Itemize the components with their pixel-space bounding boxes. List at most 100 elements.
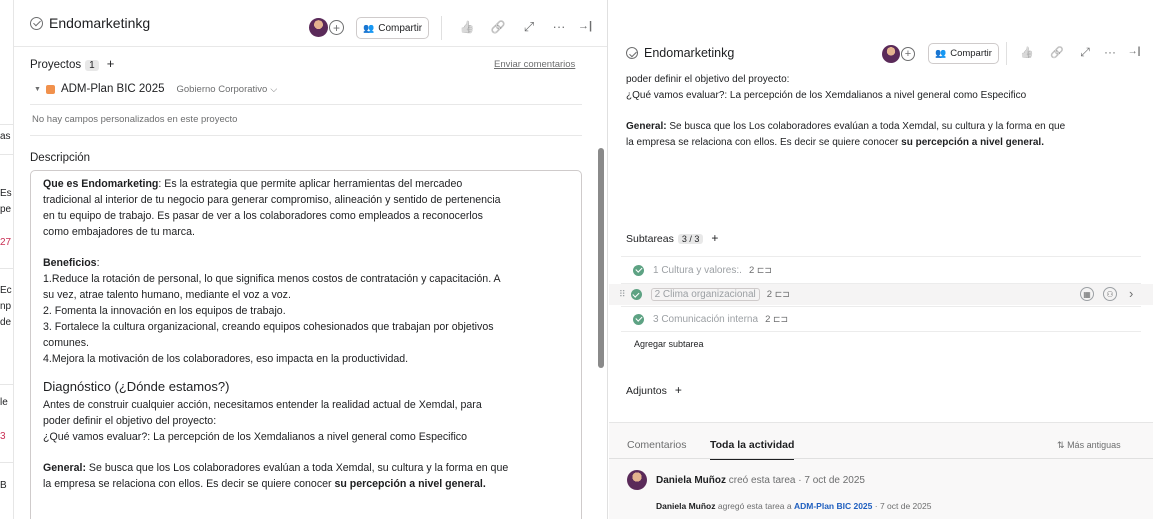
divider [0, 384, 13, 385]
subtask-row[interactable]: 3 Comunicación interna 2 ⊏⊐ [621, 309, 1141, 329]
text-fragment: 3 [0, 431, 6, 442]
count: 2 [766, 289, 773, 300]
desc-line: la empresa se relaciona con ellos. Es de… [43, 478, 486, 490]
share-button[interactable]: 👥 Compartir [356, 17, 430, 39]
subtask-name[interactable]: 3 Comunicación interna [653, 314, 758, 325]
projects-row: Proyectos 1 + [30, 56, 114, 71]
link-icon[interactable]: 🔗 [490, 20, 506, 34]
text-fragment: np [0, 301, 12, 312]
subtask-row[interactable]: ⠿ 2 Clima organizacional 2 ⊏⊐ ▦ ⚇ › [609, 284, 1153, 305]
expand-icon[interactable]: ⤢ [1077, 45, 1093, 60]
collaborator-avatar[interactable] [882, 45, 900, 63]
text-fragment: de [0, 317, 12, 328]
desc-line: poder definir el objetivo del proyecto: [626, 74, 790, 85]
desc-line: Antes de construir cualquier acción, nec… [43, 399, 482, 411]
background-page-sliver: as Es pe 27 Ec np de le 3 B [0, 0, 14, 519]
expand-icon[interactable]: ⤢ [521, 19, 537, 35]
completed-check-icon[interactable] [633, 313, 644, 325]
close-panel-icon[interactable]: →| [1125, 46, 1143, 57]
divider [621, 331, 1141, 332]
section-name[interactable]: Gobierno Corporativo [176, 84, 267, 95]
divider [621, 256, 1141, 257]
subtask-icon: ⊏⊐ [774, 289, 790, 299]
activity-text: · 7 oct de 2025 [872, 501, 932, 511]
task-detail-panel-left: Endomarketinkg + 👥 Compartir 👍 🔗 ⤢ ··· →… [14, 0, 608, 519]
task-header: Endomarketinkg + 👥 Compartir 👍 🔗 ⤢ ··· →… [14, 0, 607, 46]
complete-task-icon[interactable] [30, 16, 43, 30]
projects-label: Proyectos [30, 59, 82, 71]
tab-comments[interactable]: Comentarios [627, 439, 687, 451]
description-editor[interactable]: Que es Endomarketing: Es la estrategia q… [30, 170, 582, 519]
people-icon: 👥 [935, 48, 947, 58]
projects-count: 1 [85, 60, 99, 71]
caret-down-icon[interactable]: ▼ [34, 86, 41, 93]
assignee-icon[interactable]: ⚇ [1103, 287, 1117, 301]
collaborator-avatar[interactable] [309, 18, 328, 37]
complete-task-icon[interactable] [626, 47, 638, 59]
scrollbar-thumb[interactable] [598, 148, 604, 368]
bold-text: su percepción a nivel general. [334, 478, 486, 490]
desc-line: Que es Endomarketing: Es la estrategia q… [43, 178, 462, 190]
text-fragment: 27 [0, 237, 12, 248]
send-comments-link[interactable]: Enviar comentarios [494, 59, 575, 70]
divider [0, 124, 13, 125]
task-title[interactable]: Endomarketinkg [644, 46, 734, 60]
completed-check-icon[interactable] [633, 264, 644, 276]
project-name[interactable]: ADM-Plan BIC 2025 [61, 83, 165, 95]
completed-check-icon[interactable] [630, 289, 642, 300]
no-custom-fields-text: No hay campos personalizados en este pro… [32, 114, 238, 125]
link-icon[interactable]: 🔗 [1049, 46, 1065, 59]
sort-label: Más antiguas [1067, 440, 1121, 450]
close-panel-icon[interactable]: →| [576, 20, 594, 32]
calendar-icon[interactable]: ▦ [1080, 287, 1094, 301]
tabs-divider [609, 458, 1153, 459]
drag-handle-icon[interactable]: ⠿ [619, 289, 626, 300]
project-color-swatch [45, 84, 55, 94]
count: 2 [748, 264, 755, 276]
thumbs-up-icon[interactable]: 👍 [459, 20, 475, 34]
activity-entry: Daniela Muñoz creó esta tarea · 7 oct de… [656, 475, 865, 486]
user-avatar[interactable] [627, 470, 647, 490]
share-label: Compartir [950, 48, 992, 59]
text: la empresa se relaciona con ellos. Es de… [626, 137, 902, 148]
attachments-label: Adjuntos [626, 385, 667, 397]
add-attachment-icon[interactable]: + [675, 383, 682, 397]
bold-text: General: [43, 462, 86, 474]
text-fragment: pe [0, 204, 12, 215]
activity-project-link[interactable]: ADM-Plan BIC 2025 [794, 501, 872, 511]
subtask-icon: ⊏⊐ [773, 313, 789, 324]
bold-text: Beneficios [43, 257, 97, 269]
sort-button[interactable]: ⇅ Más antiguas [1057, 440, 1121, 451]
chevron-right-icon[interactable]: › [1129, 286, 1133, 301]
desc-line: como embajadores de tu marca. [43, 226, 195, 238]
count: 2 [765, 313, 771, 325]
share-button[interactable]: 👥 Compartir [928, 43, 999, 64]
bold-text: Que es Endomarketing [43, 178, 159, 190]
more-icon[interactable]: ··· [550, 19, 568, 34]
desc-line: en tu equipo de trabajo. Es pasar de ver… [43, 210, 483, 222]
subtask-row[interactable]: 1 Cultura y valores:. 2 ⊏⊐ [621, 260, 1141, 280]
divider [0, 462, 13, 463]
activity-user[interactable]: Daniela Muñoz [656, 501, 716, 511]
project-membership-row[interactable]: ▼ ADM-Plan BIC 2025 Gobierno Corporativo… [34, 83, 277, 95]
subtask-name[interactable]: 1 Cultura y valores:. [653, 265, 742, 276]
task-title[interactable]: Endomarketinkg [49, 15, 150, 31]
add-collaborator-icon[interactable]: + [901, 47, 915, 61]
add-subtask-button[interactable]: Agregar subtarea [634, 339, 704, 349]
chevron-down-icon[interactable]: ⌵ [270, 84, 277, 95]
divider [621, 306, 1141, 307]
add-project-icon[interactable]: + [107, 56, 115, 71]
text-fragment: B [0, 480, 7, 491]
add-subtask-icon[interactable]: + [711, 231, 718, 245]
add-collaborator-icon[interactable]: + [329, 20, 344, 35]
divider [441, 16, 442, 40]
activity-user[interactable]: Daniela Muñoz [656, 475, 726, 486]
thumbs-up-icon[interactable]: 👍 [1019, 46, 1035, 59]
activity-entry: Daniela Muñoz agregó esta tarea a ADM-Pl… [656, 501, 931, 511]
more-icon[interactable]: ··· [1101, 45, 1119, 59]
subtask-name[interactable]: 2 Clima organizacional [650, 288, 760, 301]
tab-all-activity[interactable]: Toda la actividad [710, 439, 795, 460]
desc-line: 2. Fomenta la innovación en los equipos … [43, 305, 286, 317]
attachments-header: Adjuntos + [626, 383, 682, 397]
subtasks-label: Subtareas [626, 233, 674, 245]
